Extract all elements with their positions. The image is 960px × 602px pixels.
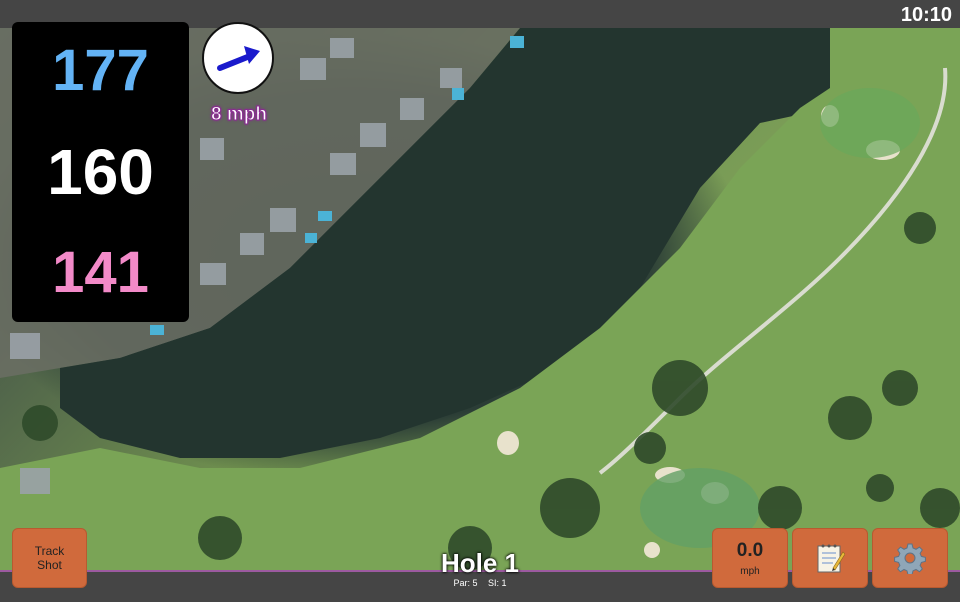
- speed-unit: mph: [740, 565, 760, 577]
- hole-par: Par: 5: [453, 578, 478, 588]
- distance-panel: 177 160 141: [12, 22, 189, 322]
- wind-speed: 8 mph: [211, 104, 268, 126]
- track-shot-label: Track Shot: [34, 544, 65, 572]
- notepad-icon: [817, 544, 845, 573]
- speed-button[interactable]: 0.0 mph: [712, 528, 788, 588]
- front-distance: 141: [52, 240, 149, 305]
- hole-info: Par: 5 SI: 1: [380, 578, 580, 588]
- speed-value: 0.0: [736, 539, 764, 561]
- hole-stroke-index: SI: 1: [488, 578, 507, 588]
- clock: 10:10: [900, 4, 952, 26]
- notes-button[interactable]: [792, 528, 868, 588]
- hole-title: Hole 1: [440, 548, 520, 578]
- arrow-east-icon: [217, 46, 260, 71]
- wind-indicator: [202, 22, 274, 94]
- gear-icon: [894, 543, 926, 574]
- track-shot-button[interactable]: Track Shot: [12, 528, 87, 588]
- back-distance: 177: [52, 38, 149, 103]
- middle-distance: 160: [47, 136, 154, 208]
- settings-button[interactable]: [872, 528, 948, 588]
